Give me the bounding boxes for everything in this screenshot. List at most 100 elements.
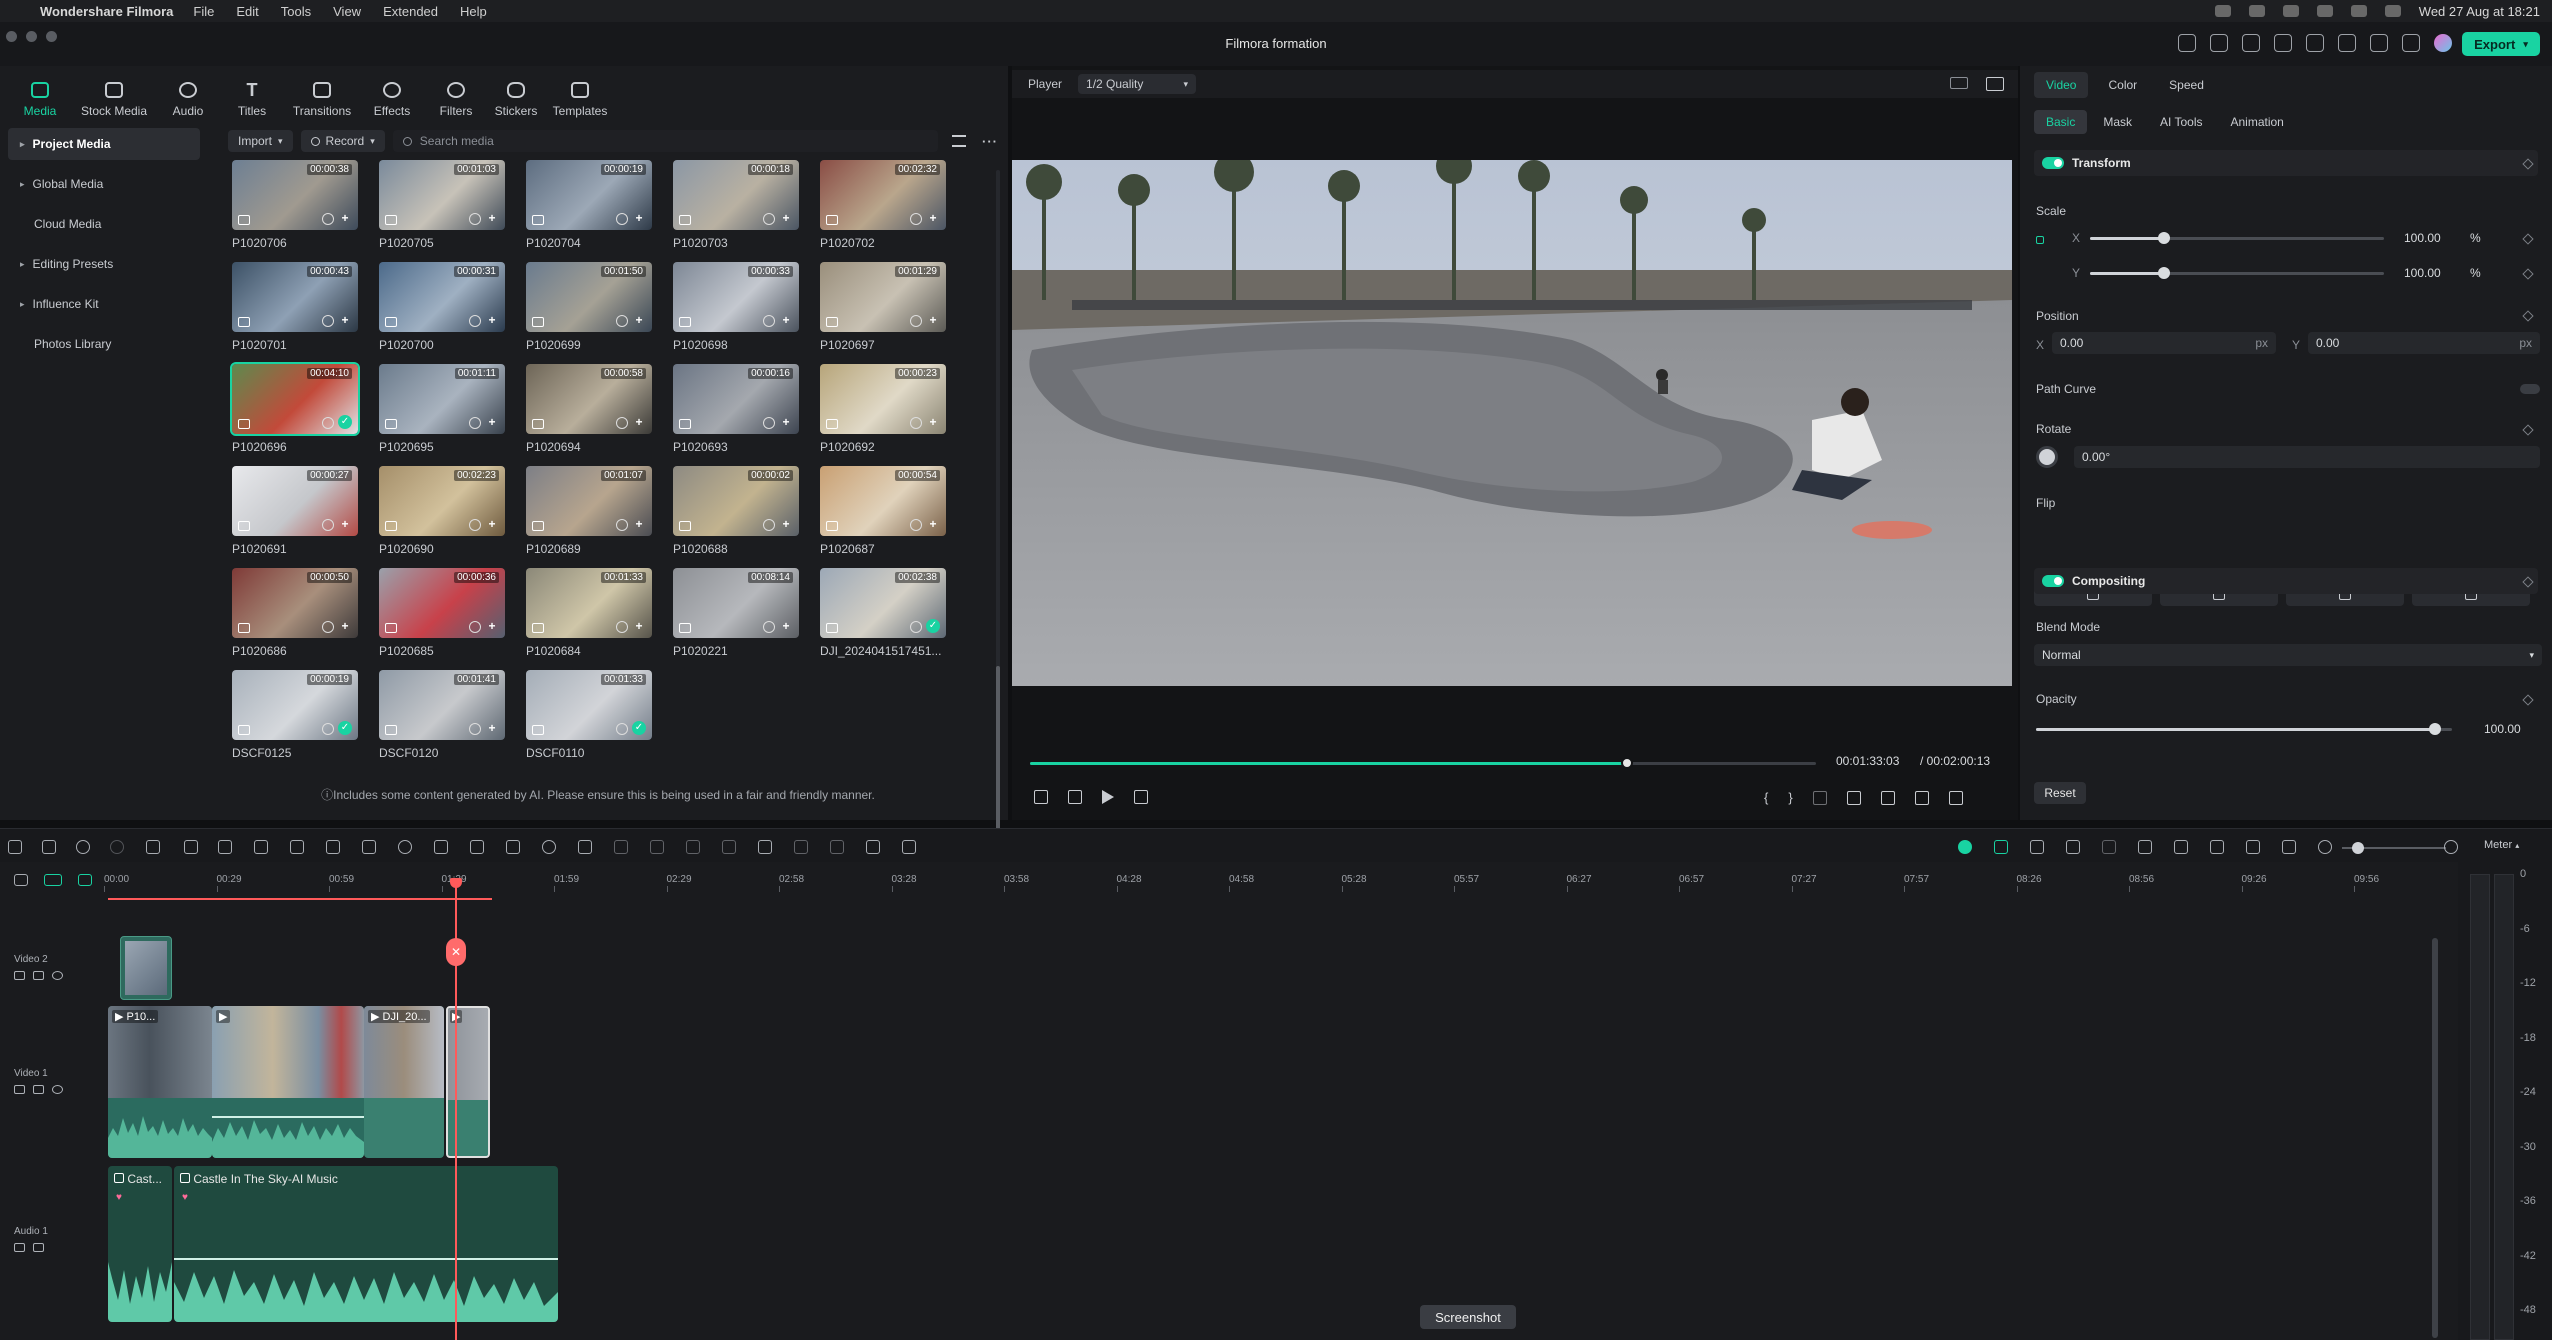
add-icon[interactable]: + (926, 313, 940, 327)
camera-icon[interactable] (2066, 840, 2080, 854)
support-icon[interactable] (2370, 34, 2388, 52)
folder-icon[interactable] (14, 1243, 25, 1252)
slider-knob[interactable] (2429, 723, 2442, 735)
tab-stickers[interactable]: Stickers (488, 70, 544, 122)
slider-knob[interactable] (2157, 267, 2170, 279)
wifi-icon[interactable] (2316, 5, 2333, 17)
checkmark-icon[interactable]: ✓ (632, 721, 646, 735)
keyframe-icon[interactable] (578, 840, 592, 854)
menu-view[interactable]: View (333, 4, 361, 19)
add-icon[interactable]: + (485, 211, 499, 225)
preview-icon[interactable] (763, 621, 775, 633)
thumbnail-image[interactable]: 00:01:50 + (526, 262, 652, 332)
menu-tools[interactable]: Tools (281, 4, 311, 19)
send-icon[interactable] (2210, 34, 2228, 52)
thumbnail-image[interactable]: 00:00:23 + (820, 364, 946, 434)
camera-snapshot-icon[interactable] (1880, 790, 1895, 805)
scrollbar-thumb[interactable] (2432, 938, 2438, 1338)
keyframe-diamond-icon[interactable] (2522, 268, 2534, 280)
preview-icon[interactable] (322, 621, 334, 633)
avatar[interactable] (2434, 34, 2452, 52)
media-thumbnail[interactable]: 00:00:19 + P1020704 (526, 160, 652, 250)
sidebar-item-editing-presets[interactable]: ▸ Editing Presets (8, 248, 200, 280)
add-video-track-icon[interactable] (44, 874, 62, 886)
preview-icon[interactable] (469, 213, 481, 225)
filter-icon[interactable] (952, 135, 966, 147)
thumbnail-image[interactable]: 00:02:32 + (820, 160, 946, 230)
audio-clip[interactable]: Cast... ♥ (108, 1166, 172, 1322)
preview-icon[interactable] (910, 213, 922, 225)
cloud-icon[interactable] (2338, 34, 2356, 52)
tab-media[interactable]: Media (8, 70, 72, 122)
quality-select[interactable]: 1/2 Quality ▾ (1078, 74, 1197, 94)
scale-y-slider[interactable] (2090, 267, 2384, 279)
video1-clip-selected[interactable]: ▶ (446, 1006, 490, 1158)
menu-edit[interactable]: Edit (236, 4, 258, 19)
text-tool-icon[interactable] (290, 840, 304, 854)
media-thumbnail[interactable]: 00:01:03 + P1020705 (379, 160, 505, 250)
folder-icon[interactable] (14, 1085, 25, 1094)
speaker-icon[interactable] (33, 1243, 44, 1252)
speed-icon[interactable] (362, 840, 376, 854)
preview-icon[interactable] (910, 315, 922, 327)
thumbnail-image[interactable]: 00:02:23 + (379, 466, 505, 536)
sidebar-item-influence-kit[interactable]: ▸ Influence Kit (8, 288, 200, 320)
sidebar-item-photos-library[interactable]: Photos Library (8, 328, 200, 360)
rotate-field[interactable]: 0.00° (2074, 446, 2540, 468)
thumbnail-image[interactable]: 00:00:36 + (379, 568, 505, 638)
add-icon[interactable]: + (485, 721, 499, 735)
motion-icon[interactable] (470, 840, 484, 854)
media-thumbnail[interactable]: 00:00:43 + P1020701 (232, 262, 358, 352)
preview-icon[interactable] (616, 621, 628, 633)
render-preview-icon[interactable] (2102, 840, 2116, 854)
shape-icon[interactable] (326, 840, 340, 854)
thumbnail-image[interactable]: 00:00:16 + (673, 364, 799, 434)
reset-button[interactable]: Reset (2034, 782, 2086, 804)
media-thumbnail[interactable]: 00:00:19 ✓ DSCF0125 (232, 670, 358, 760)
media-thumbnail[interactable]: 00:00:38 + P1020706 (232, 160, 358, 250)
eye-icon[interactable] (52, 1085, 63, 1094)
tab-filters[interactable]: Filters (424, 70, 488, 122)
zoom-in-icon[interactable] (2444, 840, 2458, 854)
play-icon[interactable] (1102, 790, 1114, 804)
thumbnail-image[interactable]: 00:00:31 + (379, 262, 505, 332)
media-thumbnail[interactable]: 00:00:58 + P1020694 (526, 364, 652, 454)
status-icon[interactable] (2214, 5, 2231, 17)
preview-icon[interactable] (469, 723, 481, 735)
opacity-slider[interactable] (2036, 723, 2452, 735)
preview-icon[interactable] (910, 621, 922, 633)
preview-icon[interactable] (322, 315, 334, 327)
checkmark-icon[interactable]: ✓ (338, 721, 352, 735)
add-icon[interactable]: + (338, 517, 352, 531)
preview-icon[interactable] (469, 315, 481, 327)
add-icon[interactable]: + (632, 211, 646, 225)
checkmark-icon[interactable]: ✓ (338, 415, 352, 429)
slider-knob[interactable] (2157, 232, 2170, 244)
preview-icon[interactable] (469, 519, 481, 531)
tab-templates[interactable]: Templates (544, 70, 616, 122)
tab-effects[interactable]: Effects (360, 70, 424, 122)
meter-toggle[interactable]: Meter ▴ (2484, 839, 2519, 851)
preview-icon[interactable] (616, 315, 628, 327)
crop-icon[interactable] (218, 840, 232, 854)
subtab-animation[interactable]: Animation (2218, 110, 2295, 134)
media-thumbnail[interactable]: 00:00:23 + P1020692 (820, 364, 946, 454)
preview-icon[interactable] (322, 519, 334, 531)
timeline-scrollbar[interactable] (2432, 938, 2438, 1338)
ai-icon[interactable] (614, 840, 628, 854)
preview-icon[interactable] (322, 417, 334, 429)
media-scrollbar[interactable] (996, 170, 1000, 840)
preview-icon[interactable] (616, 723, 628, 735)
tab-transitions[interactable]: Transitions (284, 70, 360, 122)
link-icon[interactable] (2036, 236, 2044, 244)
add-icon[interactable]: + (926, 517, 940, 531)
media-thumbnail[interactable]: 00:00:54 + P1020687 (820, 466, 946, 556)
transform-section-header[interactable]: Transform (2034, 150, 2538, 176)
menubar-clock[interactable]: Wed 27 Aug at 18:21 (2419, 4, 2540, 19)
fullscreen-icon[interactable] (1948, 790, 1963, 805)
video1-clip[interactable]: ▶ (212, 1006, 364, 1158)
add-icon[interactable]: + (632, 313, 646, 327)
media-thumbnail[interactable]: 00:01:41 + DSCF0120 (379, 670, 505, 760)
thumbnail-image[interactable]: 00:00:02 + (673, 466, 799, 536)
add-icon[interactable]: + (632, 619, 646, 633)
